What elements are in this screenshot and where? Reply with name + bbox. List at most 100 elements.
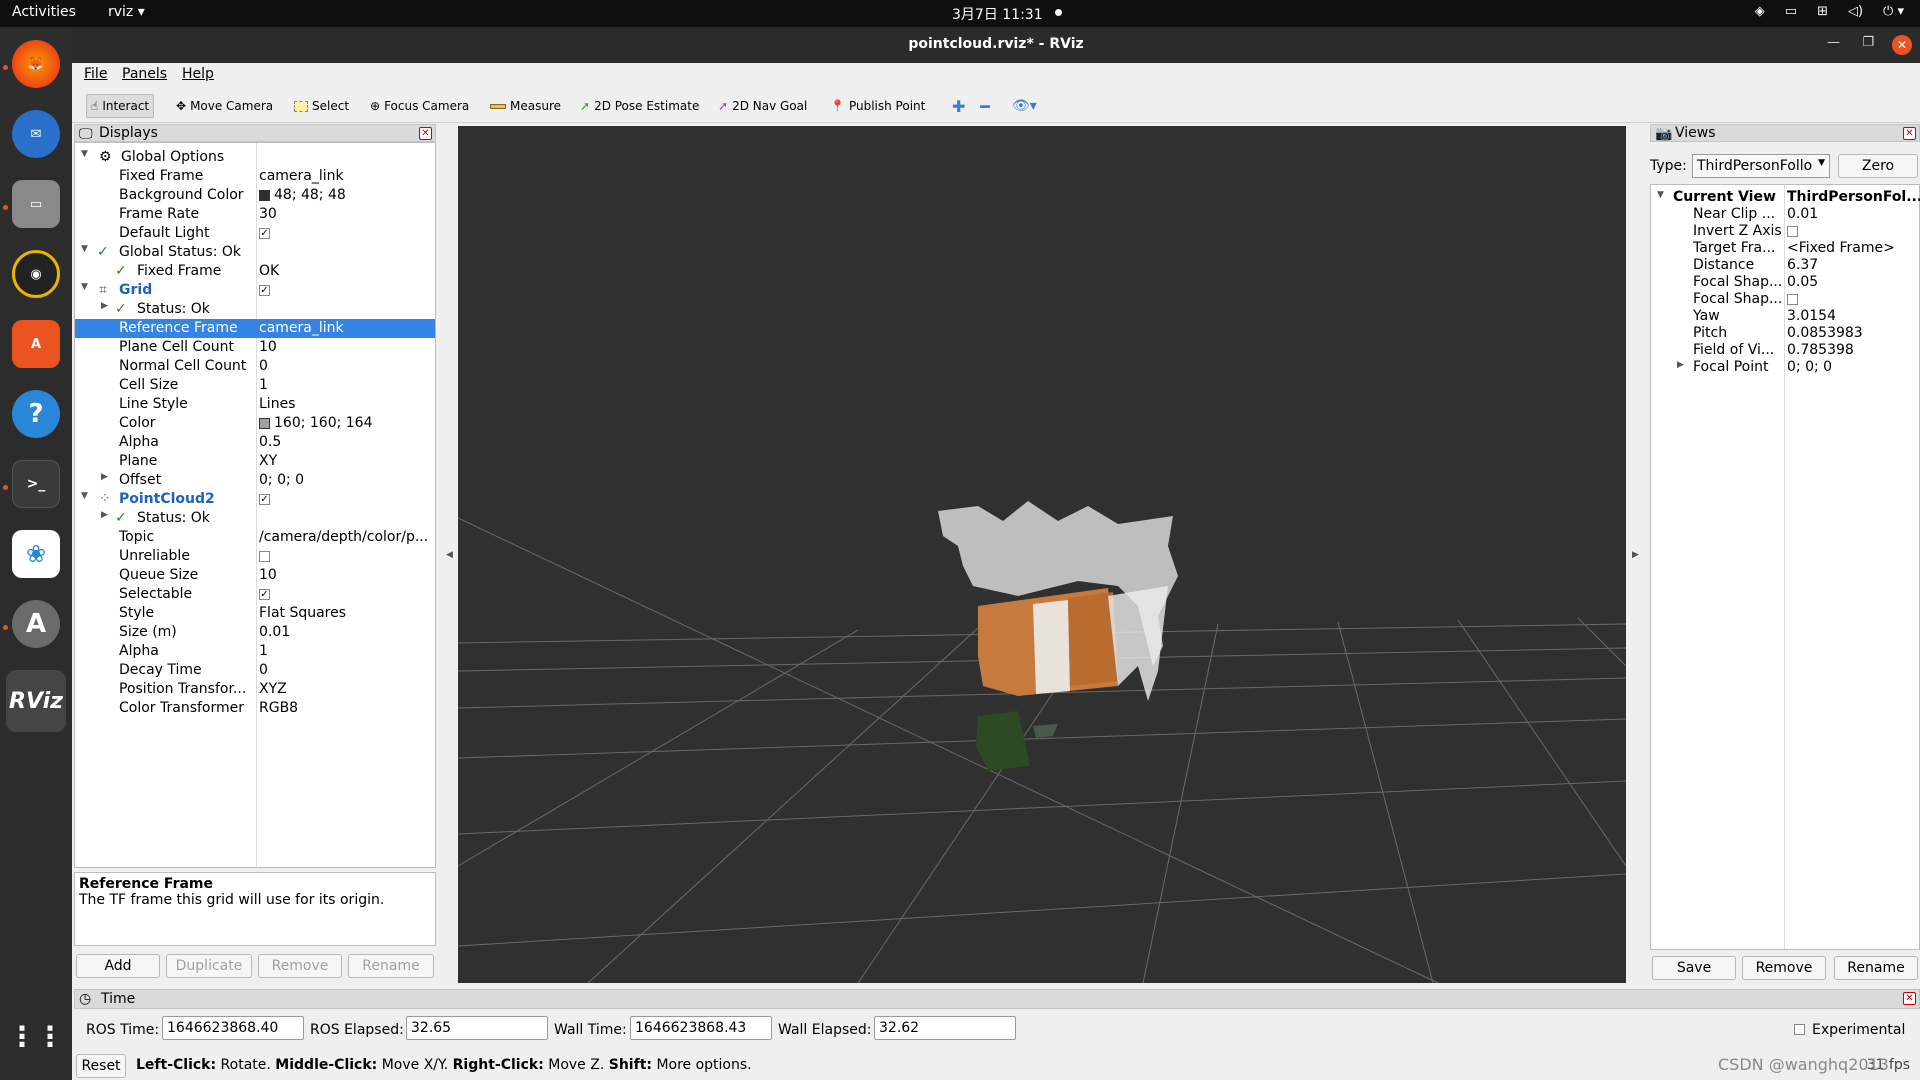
add-display-button[interactable]: Add <box>76 954 160 978</box>
view-prop-row[interactable]: Target Fra... <Fixed Frame> <box>1651 240 1919 257</box>
menu-panels[interactable]: Panels <box>122 66 167 82</box>
row-value[interactable]: 30 <box>259 206 277 222</box>
tree-row[interactable]: Alpha 0.5 <box>75 433 435 452</box>
collapsed-arrow-icon[interactable]: ▶ <box>101 510 108 520</box>
measure-tool[interactable]: Measure <box>486 94 565 118</box>
network-icon[interactable]: ⊞ <box>1817 4 1828 19</box>
menu-help[interactable]: Help <box>182 66 214 82</box>
publish-point-tool[interactable]: 📍 Publish Point <box>826 94 929 118</box>
row-value[interactable]: 1 <box>259 377 268 393</box>
prop-value[interactable] <box>1787 223 1798 239</box>
row-value[interactable]: ✓ <box>259 225 270 241</box>
checkbox[interactable] <box>259 550 270 562</box>
tree-row[interactable]: Plane Cell Count 10 <box>75 338 435 357</box>
row-value[interactable]: XY <box>259 453 277 469</box>
tree-row[interactable]: Default Light ✓ <box>75 224 435 243</box>
expand-arrow-icon[interactable]: ▼ <box>1657 190 1664 200</box>
minimize-icon[interactable]: — <box>1827 35 1840 50</box>
tree-row[interactable]: Frame Rate 30 <box>75 205 435 224</box>
move-camera-tool[interactable]: ✥ Move Camera <box>172 94 277 118</box>
terminal-icon[interactable]: >_ <box>12 460 60 508</box>
volume-icon[interactable]: ◁) <box>1848 4 1863 19</box>
view-type-select[interactable]: ThirdPersonFollo ▼ <box>1692 154 1830 178</box>
tree-row[interactable]: Style Flat Squares <box>75 604 435 623</box>
duplicate-display-button[interactable]: Duplicate <box>166 954 252 978</box>
prop-value[interactable]: 0.05 <box>1787 274 1818 290</box>
row-value[interactable]: ✓ <box>259 586 270 602</box>
clock[interactable]: 3月7日 11:31 <box>952 4 1043 24</box>
tree-row-global-status[interactable]: ▼ ✓ Global Status: Ok <box>75 243 435 262</box>
expand-arrow-icon[interactable]: ▼ <box>81 282 88 292</box>
remove-view-button[interactable]: Remove <box>1742 956 1826 980</box>
rhythmbox-icon[interactable]: ◉ <box>12 250 60 298</box>
expand-arrow-icon[interactable]: ▼ <box>81 149 88 159</box>
firefox-icon[interactable]: 🦊 <box>12 40 60 88</box>
row-value[interactable]: Flat Squares <box>259 605 346 621</box>
view-menu-button[interactable]: 👁▾ <box>1008 94 1041 118</box>
checkbox[interactable] <box>1787 225 1798 237</box>
files-icon[interactable]: ▭ <box>12 180 60 228</box>
displays-tree[interactable]: ▼ ⚙ Global Options Fixed Frame camera_link … <box>74 142 436 868</box>
save-view-button[interactable]: Save <box>1652 956 1736 980</box>
close-panel-icon[interactable]: ✕ <box>419 127 432 140</box>
show-apps-icon[interactable]: ⋮⋮ <box>8 1012 64 1060</box>
tree-row[interactable]: ▶ Offset 0; 0; 0 <box>75 471 435 490</box>
remove-tool-button[interactable]: ━ <box>976 94 994 118</box>
cloud-drive-icon[interactable]: ❀ <box>12 530 60 578</box>
tree-row[interactable]: Unreliable <box>75 547 435 566</box>
view-prop-row[interactable]: Focal Shap... 0.05 <box>1651 274 1919 291</box>
add-tool-button[interactable]: ✚ <box>948 94 969 118</box>
tree-row[interactable]: Fixed Frame camera_link <box>75 167 435 186</box>
close-window-icon[interactable]: ✕ <box>1892 35 1912 55</box>
power-icon[interactable]: ⏻ ▾ <box>1883 4 1904 19</box>
tree-row[interactable]: Color 160; 160; 164 <box>75 414 435 433</box>
collapse-right-icon[interactable]: ▶ <box>1632 550 1639 560</box>
row-value[interactable]: /camera/depth/color/p... <box>259 529 428 545</box>
tree-row[interactable]: Line Style Lines <box>75 395 435 414</box>
expand-arrow-icon[interactable]: ▼ <box>81 244 88 254</box>
tree-row[interactable]: Position Transfor... XYZ <box>75 680 435 699</box>
rename-view-button[interactable]: Rename <box>1834 956 1918 980</box>
row-value[interactable]: 10 <box>259 339 277 355</box>
tree-row[interactable]: Size (m) 0.01 <box>75 623 435 642</box>
help-icon[interactable]: ? <box>12 390 60 438</box>
tree-row[interactable]: Color Transformer RGB8 <box>75 699 435 718</box>
nav-goal-tool[interactable]: ➚ 2D Nav Goal <box>714 94 811 118</box>
view-prop-row[interactable]: Distance 6.37 <box>1651 257 1919 274</box>
tree-row[interactable]: Alpha 1 <box>75 642 435 661</box>
focus-camera-tool[interactable]: ⊕ Focus Camera <box>366 94 473 118</box>
collapsed-arrow-icon[interactable]: ▶ <box>1677 360 1684 370</box>
prop-value[interactable]: <Fixed Frame> <box>1787 240 1895 256</box>
prop-value[interactable]: 0.01 <box>1787 206 1818 222</box>
row-value[interactable]: camera_link <box>259 320 344 336</box>
view-prop-row[interactable]: Yaw 3.0154 <box>1651 308 1919 325</box>
row-value[interactable]: 0; 0; 0 <box>259 472 304 488</box>
prop-value[interactable]: 0.785398 <box>1787 342 1854 358</box>
zero-view-button[interactable]: Zero <box>1838 154 1918 178</box>
tree-row[interactable]: Topic/camera/depth/color/p... <box>75 528 435 547</box>
thunderbird-icon[interactable]: ✉ <box>12 110 60 158</box>
view-prop-row[interactable]: Pitch 0.0853983 <box>1651 325 1919 342</box>
row-value[interactable]: RGB8 <box>259 700 298 716</box>
software-center-icon[interactable]: A <box>12 320 60 368</box>
row-value[interactable]: ✓ <box>259 282 270 298</box>
tree-row-selected[interactable]: Reference Frame camera_link <box>75 319 435 338</box>
row-value[interactable]: camera_link <box>259 168 344 184</box>
remove-display-button[interactable]: Remove <box>258 954 342 978</box>
collapsed-arrow-icon[interactable]: ▶ <box>101 301 108 311</box>
row-value[interactable]: 1 <box>259 643 268 659</box>
tree-row[interactable]: Decay Time 0 <box>75 661 435 680</box>
tree-row[interactable]: ▶ ✓ Status: Ok <box>75 509 435 528</box>
prop-value[interactable]: 0.0853983 <box>1787 325 1863 341</box>
rviz-icon[interactable]: RViz <box>6 670 66 732</box>
row-value[interactable]: 48; 48; 48 <box>259 187 346 203</box>
tree-row-pointcloud2[interactable]: ▼ ⁘ PointCloud2 ✓ <box>75 490 435 509</box>
menu-file[interactable]: File <box>84 66 107 82</box>
experimental-checkbox[interactable] <box>1794 1024 1805 1035</box>
select-tool[interactable]: Select <box>290 94 353 118</box>
maximize-icon[interactable]: ❐ <box>1862 35 1874 50</box>
tree-row[interactable]: Plane XY <box>75 452 435 471</box>
tree-row[interactable]: ✓ Fixed Frame OK <box>75 262 435 281</box>
checkbox[interactable] <box>1787 293 1798 305</box>
row-value[interactable]: ✓ <box>259 491 270 507</box>
